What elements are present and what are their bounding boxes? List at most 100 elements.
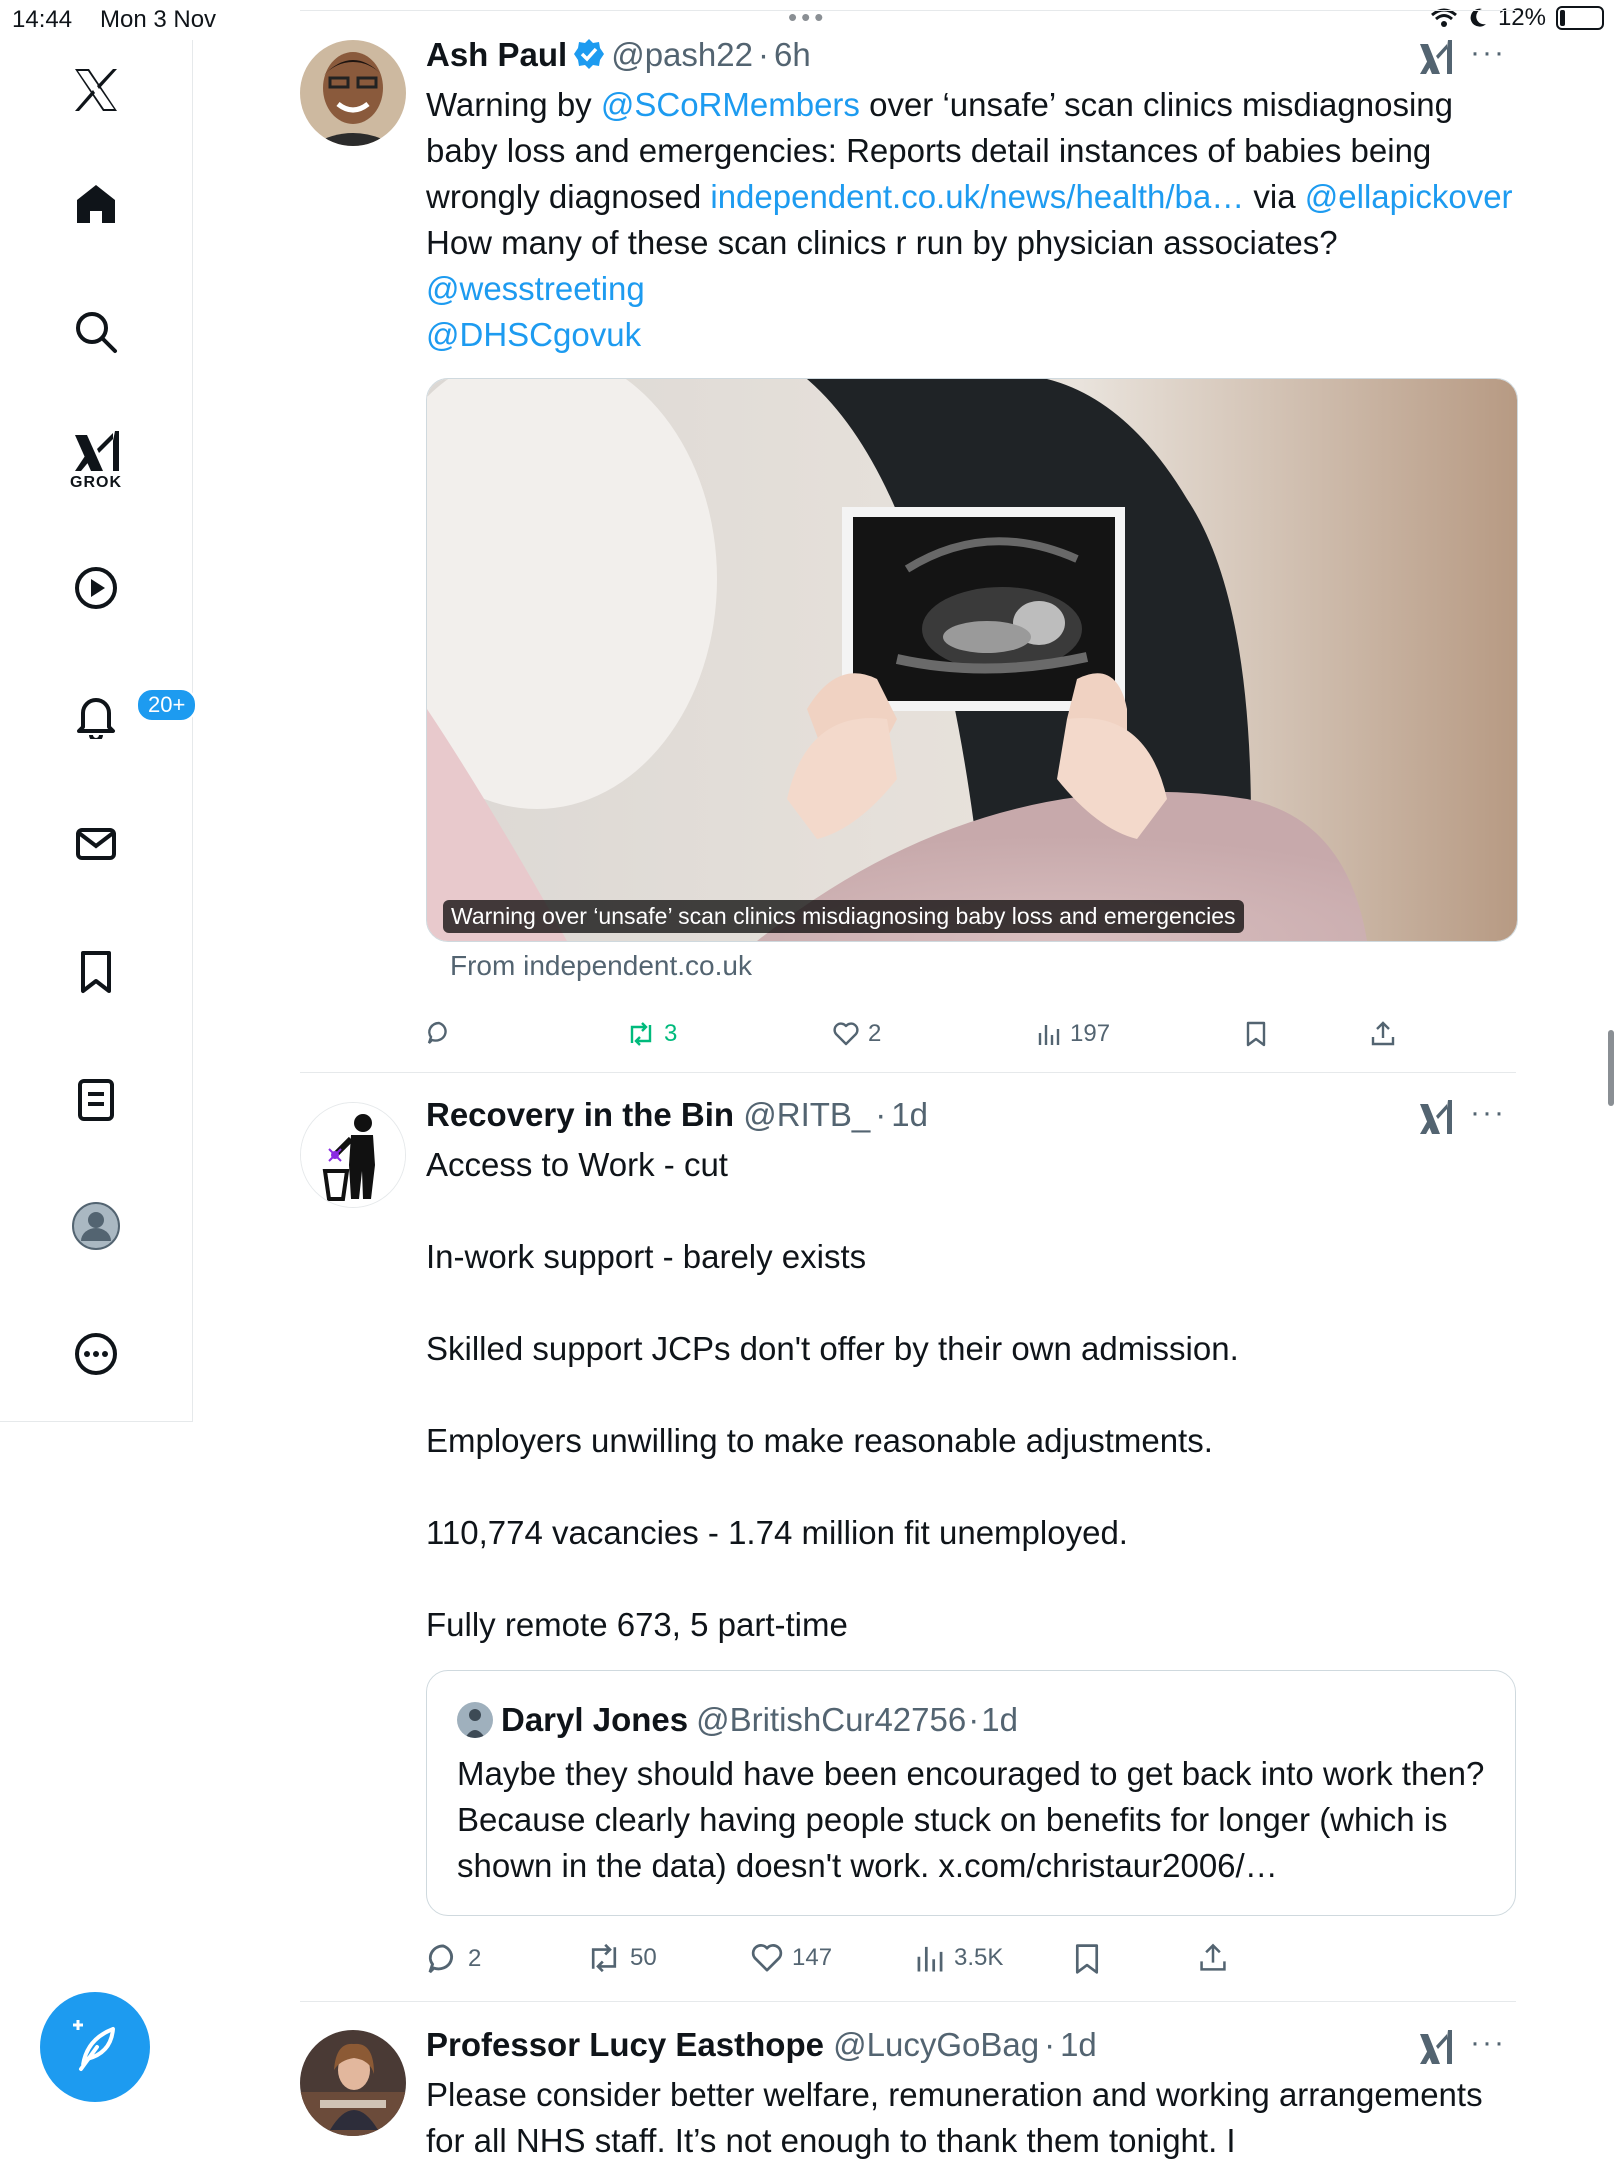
- bell-icon: [77, 698, 115, 739]
- tweet-time[interactable]: 1d: [891, 1096, 928, 1133]
- tweet-more-button[interactable]: ···: [1470, 2026, 1506, 2060]
- tweet[interactable]: Recovery in the Bin @RITB_ · 1d ··· Access…: [300, 1096, 1516, 1996]
- sidebar-item-grok[interactable]: GROK: [52, 412, 140, 512]
- tweet-actions: 3 2 197: [426, 1020, 1516, 1064]
- x-logo-icon[interactable]: [52, 46, 140, 134]
- views-button[interactable]: 197: [1036, 1020, 1110, 1048]
- repost-button[interactable]: 3: [626, 1020, 677, 1048]
- reply-button[interactable]: 2: [426, 1942, 481, 1976]
- like-count: 2: [868, 1020, 882, 1047]
- sidebar-item-more[interactable]: [52, 1310, 140, 1398]
- mention-link[interactable]: @ellapickover: [1305, 178, 1513, 215]
- avatar[interactable]: [300, 2030, 406, 2136]
- grok-explain-icon[interactable]: [1418, 1098, 1454, 1138]
- repost-icon: [630, 1022, 652, 1046]
- sidebar-item-search[interactable]: [52, 288, 140, 376]
- tweet-more-button[interactable]: ···: [1470, 36, 1506, 70]
- multitask-dots-icon[interactable]: •••: [788, 2, 827, 33]
- mention-link[interactable]: @DHSCgovuk: [426, 316, 641, 353]
- repost-count: 50: [630, 1944, 657, 1971]
- sidebar-item-lists[interactable]: [52, 1056, 140, 1144]
- share-button[interactable]: [1370, 1020, 1396, 1048]
- grok-icon: [75, 431, 119, 471]
- sidebar-item-profile[interactable]: [52, 1182, 140, 1270]
- sidebar-item-home[interactable]: [52, 160, 140, 248]
- grok-label: GROK: [70, 474, 122, 491]
- quoted-tweet[interactable]: Daryl Jones @BritishCur42756 · 1d Maybe th…: [426, 1670, 1516, 1916]
- avatar[interactable]: [457, 1702, 493, 1738]
- tweet-line: Fully remote 673, 5 part-time: [426, 1606, 848, 1643]
- tweet-text: Warning by @SCoRMembers over ‘unsafe’ sc…: [426, 82, 1516, 358]
- tweet-line: Access to Work - cut: [426, 1146, 728, 1183]
- reply-icon: [428, 1944, 453, 1974]
- sidebar-item-bookmarks[interactable]: [52, 928, 140, 1016]
- text-segment: via: [1244, 178, 1305, 215]
- sidebar-item-video[interactable]: [52, 544, 140, 632]
- bookmark-button[interactable]: [1244, 1020, 1268, 1048]
- tweet-line: Skilled support JCPs don't offer by thei…: [426, 1330, 1239, 1367]
- list-icon: [78, 1079, 114, 1121]
- repost-count: 3: [664, 1020, 678, 1047]
- search-icon: [76, 312, 117, 353]
- tweet-time[interactable]: 1d: [1060, 2026, 1097, 2063]
- grok-explain-icon[interactable]: [1418, 2028, 1454, 2068]
- tweet[interactable]: Ash Paul @pash22 · 6h ··· Warning by @SCoRM…: [300, 36, 1518, 1070]
- link-card-caption: Warning over ‘unsafe’ scan clinics misdi…: [443, 900, 1244, 933]
- author-name[interactable]: Ash Paul: [426, 36, 567, 73]
- quoted-author-handle[interactable]: @BritishCur42756: [696, 1701, 966, 1739]
- grok-explain-icon[interactable]: [1418, 38, 1454, 78]
- views-button[interactable]: 3.5K: [914, 1942, 1003, 1974]
- share-icon: [1200, 1943, 1226, 1971]
- reply-count: 2: [468, 1945, 482, 1972]
- views-chart-icon: [917, 1946, 943, 1972]
- author-name[interactable]: Recovery in the Bin: [426, 1096, 734, 1133]
- avatar: [72, 1202, 120, 1250]
- play-icon: [75, 567, 117, 609]
- status-time: 14:44: [12, 6, 73, 33]
- author-handle[interactable]: @pash22: [611, 36, 753, 73]
- tweet-divider: [300, 2001, 1516, 2002]
- tweet-header: Ash Paul @pash22 · 6h: [426, 36, 811, 74]
- meta-separator: ·: [757, 36, 769, 73]
- repost-button[interactable]: 50: [586, 1942, 657, 1974]
- scrollbar[interactable]: [1608, 1030, 1614, 1106]
- link-card-image[interactable]: Warning over ‘unsafe’ scan clinics misdi…: [426, 378, 1518, 942]
- like-button[interactable]: 2: [832, 1020, 881, 1048]
- status-right: 12%: [1430, 4, 1604, 32]
- tweet-more-button[interactable]: ···: [1470, 1096, 1506, 1130]
- sidebar-item-notifications[interactable]: 20+: [52, 672, 198, 760]
- tweet-line: In-work support - barely exists: [426, 1238, 867, 1275]
- battery-percent: 12%: [1497, 4, 1546, 31]
- quoted-author-name[interactable]: Daryl Jones: [501, 1701, 688, 1739]
- tweet-header: Professor Lucy Easthope @LucyGoBag · 1d: [426, 2026, 1097, 2064]
- text-segment: Warning by: [426, 86, 601, 123]
- bookmark-icon: [81, 951, 111, 993]
- share-button[interactable]: [1198, 1942, 1228, 1974]
- like-button[interactable]: 147: [750, 1942, 832, 1974]
- avatar[interactable]: [300, 1102, 406, 1208]
- tweet[interactable]: Professor Lucy Easthope @LucyGoBag · 1d ··…: [300, 2026, 1516, 2160]
- url-link[interactable]: independent.co.uk/news/health/ba…: [710, 178, 1244, 215]
- ultrasound-photo: [427, 379, 1517, 941]
- author-name[interactable]: Professor Lucy Easthope: [426, 2026, 824, 2063]
- battery-icon: [1556, 6, 1604, 30]
- repost-icon: [591, 1943, 617, 1973]
- mention-link[interactable]: @SCoRMembers: [601, 86, 860, 123]
- link-card-source[interactable]: From independent.co.uk: [450, 950, 752, 982]
- author-handle[interactable]: @RITB_: [743, 1096, 870, 1133]
- author-handle[interactable]: @LucyGoBag: [833, 2026, 1039, 2063]
- reply-button[interactable]: [426, 1020, 460, 1046]
- tweet-header: Recovery in the Bin @RITB_ · 1d: [426, 1096, 928, 1134]
- meta-separator: ·: [1044, 2026, 1056, 2063]
- text-segment: How many of these scan clinics r run by …: [426, 224, 1338, 261]
- mention-link[interactable]: @wesstreeting: [426, 270, 645, 307]
- sidebar-item-messages[interactable]: [52, 800, 140, 888]
- bookmark-button[interactable]: [1072, 1942, 1102, 1976]
- avatar[interactable]: [300, 40, 406, 146]
- heart-icon: [751, 1944, 783, 1972]
- tweet-time[interactable]: 6h: [774, 36, 811, 73]
- verified-badge-icon: [574, 39, 605, 69]
- views-chart-icon: [1038, 1025, 1060, 1045]
- compose-button[interactable]: [40, 1992, 150, 2102]
- tweet-line: Employers unwilling to make reasonable a…: [426, 1422, 1213, 1459]
